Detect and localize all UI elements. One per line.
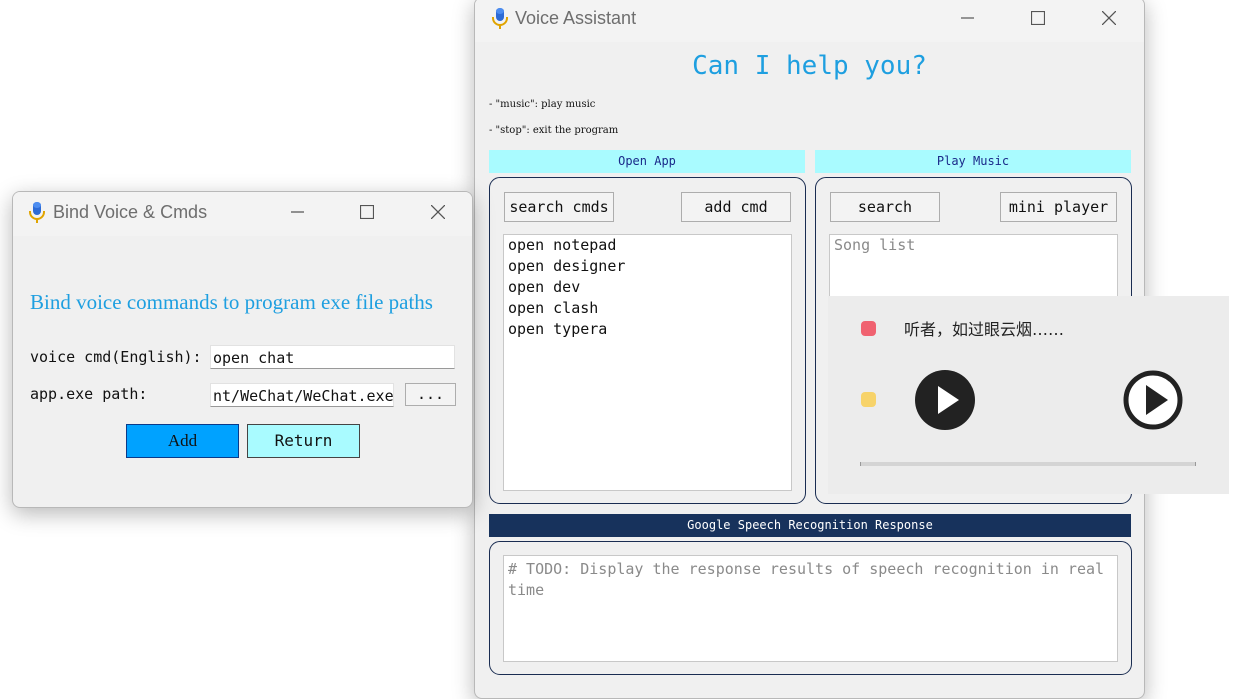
minimize-icon [291,211,304,213]
song-list-placeholder: Song list [834,236,916,254]
title-bar[interactable]: Voice Assistant [475,0,1144,42]
close-button[interactable] [1086,0,1132,38]
play-music-header: Play Music [815,150,1131,173]
close-icon [431,205,445,219]
close-dot[interactable] [861,321,876,336]
page-title: Can I help you? [692,51,927,81]
minimize-icon [961,17,974,19]
minimize-button[interactable] [945,0,991,38]
close-button[interactable] [415,192,461,232]
list-item[interactable]: open notepad [504,235,791,256]
mini-player: 听者，如过眼云烟…… [828,296,1229,494]
add-button[interactable]: Add [126,424,239,458]
maximize-button[interactable] [344,192,390,232]
hint-stop: - "stop": exit the program [489,125,619,136]
exe-path-input[interactable]: nt/WeChat/WeChat.exe [210,383,394,407]
play-circle-icon[interactable] [1122,369,1184,431]
close-icon [1102,11,1116,25]
add-cmd-button[interactable]: add cmd [681,192,791,222]
bind-heading: Bind voice commands to program exe file … [30,290,433,314]
search-cmds-button[interactable]: search cmds [504,192,614,222]
mini-player-button[interactable]: mini player [1000,192,1117,222]
list-item[interactable]: open typera [504,319,791,340]
open-app-panel: search cmds add cmd open notepad open de… [489,177,806,504]
voice-cmd-input[interactable]: open chat [210,345,455,369]
microphone-icon [29,202,45,223]
play-icon[interactable] [914,369,976,431]
open-app-header: Open App [489,150,805,173]
speech-response-panel: # TODO: Display the response results of … [489,541,1132,675]
window-title: Bind Voice & Cmds [53,202,208,222]
progress-slider[interactable] [860,462,1196,466]
microphone-icon [492,8,508,29]
browse-button[interactable]: ... [405,383,456,406]
exe-path-label: app.exe path: [30,385,148,403]
title-bar[interactable]: Bind Voice & Cmds [13,192,472,236]
maximize-icon [1031,11,1045,25]
list-item[interactable]: open designer [504,256,791,277]
search-music-button[interactable]: search [830,192,940,222]
maximize-button[interactable] [1015,0,1061,38]
song-title: 听者，如过眼云烟…… [904,320,1065,339]
minimize-button[interactable] [275,192,321,232]
minimize-dot[interactable] [861,392,876,407]
list-item[interactable]: open dev [504,277,791,298]
speech-response-header: Google Speech Recognition Response [489,514,1131,537]
command-list[interactable]: open notepad open designer open dev open… [503,234,792,491]
voice-cmd-label: voice cmd(English): [30,348,202,366]
return-button[interactable]: Return [247,424,360,458]
maximize-icon [360,205,374,219]
window-title: Voice Assistant [515,8,637,28]
speech-response-output[interactable]: # TODO: Display the response results of … [503,555,1118,662]
speech-response-placeholder: # TODO: Display the response results of … [508,560,1105,599]
list-item[interactable]: open clash [504,298,791,319]
hint-music: - "music": play music [489,99,596,110]
bind-voice-cmds-window: Bind Voice & Cmds Bind voice commands to… [12,191,473,508]
